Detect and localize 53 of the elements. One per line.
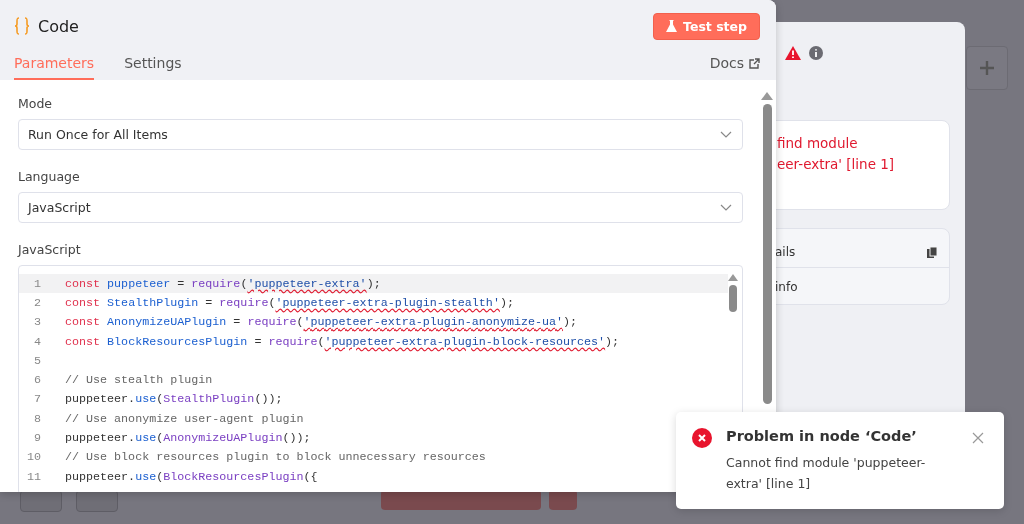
code-line: // Use block resources plugin to block unnecessary resources: [65, 450, 486, 465]
details-title: ails: [775, 245, 796, 259]
code-line: const puppeteer = require('puppeteer-extra');: [65, 276, 381, 291]
flask-icon: [666, 20, 678, 32]
line-number: 6: [33, 373, 41, 388]
line-number: 7: [33, 392, 41, 407]
scrollbar[interactable]: [728, 274, 738, 312]
scroll-up-arrow-icon[interactable]: [728, 274, 738, 281]
line-number: 2: [33, 295, 41, 310]
line-number: 8: [33, 411, 41, 426]
toast-title: Problem in node ‘Code’: [726, 428, 918, 444]
code-line: // Use stealth plugin: [65, 373, 213, 388]
braces-icon: [14, 17, 30, 35]
close-icon[interactable]: [972, 432, 984, 444]
chevron-down-icon: [720, 131, 732, 138]
chevron-down-icon: [720, 204, 732, 211]
docs-link[interactable]: Docs: [709, 55, 760, 80]
copy-icon[interactable]: [927, 246, 937, 258]
code-line: const AnonymizeUAPlugin = require('puppeteer-extra-plugin-anonymize-ua');: [65, 315, 578, 330]
select-field[interactable]: JavaScript: [18, 192, 743, 223]
field-label: Mode: [18, 96, 54, 111]
error-text: find module: [777, 134, 859, 153]
add-button[interactable]: [966, 46, 1008, 90]
warning-icon: [785, 46, 801, 60]
line-number: 11: [25, 469, 41, 484]
line-number: 1: [33, 276, 41, 291]
scroll-up-arrow-icon[interactable]: [761, 92, 773, 100]
toast-message: Cannot find module 'puppeteer-extra' [line 1]: [726, 454, 927, 493]
line-number: 5: [33, 353, 41, 368]
code-line: puppeteer.use(BlockResourcesPlugin({: [65, 469, 318, 484]
external-link-icon: [749, 57, 760, 69]
tab[interactable]: Settings: [124, 55, 182, 80]
node-title: Code: [38, 16, 79, 36]
button-background: [549, 490, 577, 510]
error-text: eer-extra' [line 1]: [777, 155, 896, 174]
error-icon: [692, 428, 712, 448]
code-line: const StealthPlugin = require('puppeteer-extra-plugin-stealth');: [65, 295, 514, 310]
plus-icon: [979, 60, 995, 76]
button-background: [20, 490, 62, 512]
line-number: 4: [33, 334, 41, 349]
field-label: JavaScript: [18, 242, 82, 257]
code-line: const BlockResourcesPlugin = require('puppeteer-extra-plugin-block-resources');: [65, 334, 620, 349]
code-line: puppeteer.use(StealthPlugin());: [65, 392, 283, 407]
button-background: [76, 490, 118, 512]
line-number: 10: [25, 450, 41, 465]
select-field[interactable]: Run Once for All Items: [18, 119, 743, 150]
info-icon: [809, 46, 823, 60]
code-line: puppeteer.use(AnonymizeUAPlugin());: [65, 431, 311, 445]
code-line: // Use anonymize user-agent plugin: [65, 411, 304, 426]
line-number: 3: [33, 315, 41, 330]
line-number: 9: [33, 431, 41, 445]
details-text: info: [775, 280, 798, 294]
field-label: Language: [18, 169, 81, 184]
